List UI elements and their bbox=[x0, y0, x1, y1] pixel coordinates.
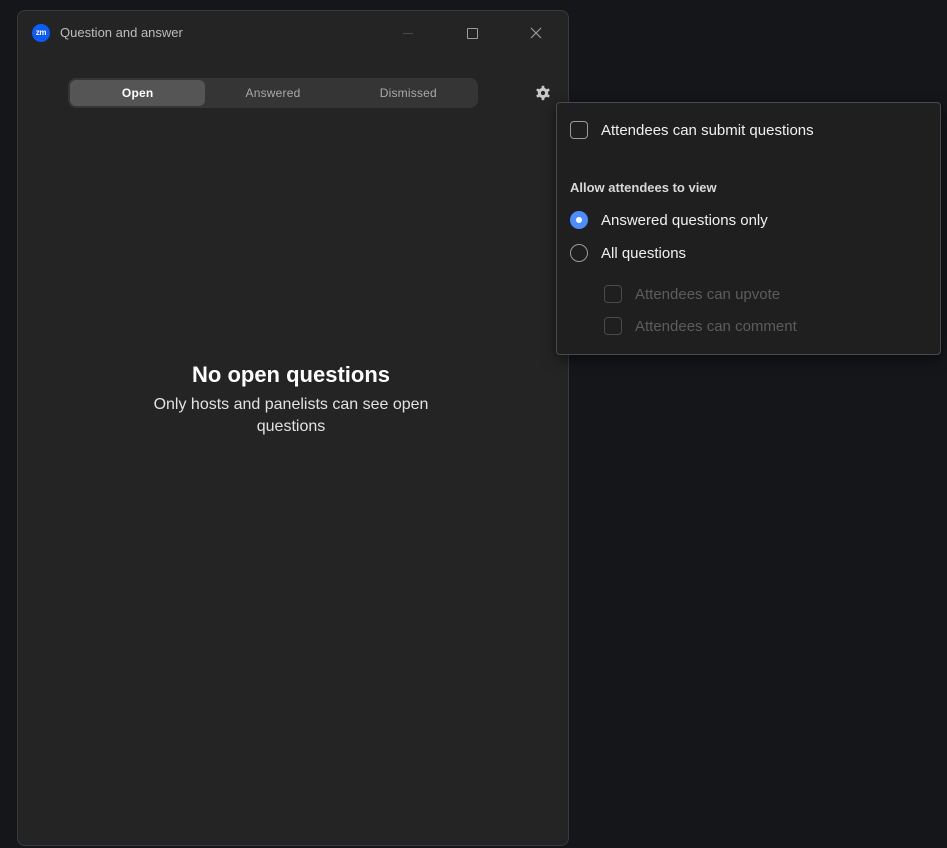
maximize-icon bbox=[466, 27, 478, 39]
window-title: Question and answer bbox=[60, 25, 183, 40]
submit-questions-label: Attendees can submit questions bbox=[601, 121, 814, 139]
comment-option[interactable]: Attendees can comment bbox=[604, 317, 797, 335]
all-questions-option[interactable]: All questions bbox=[570, 244, 686, 262]
desktop: zm Question and answer Open Answered Dis… bbox=[0, 0, 947, 848]
minimize-button[interactable] bbox=[392, 20, 424, 46]
upvote-label: Attendees can upvote bbox=[635, 285, 781, 303]
empty-state-description: Only hosts and panelists can see open qu… bbox=[153, 396, 429, 435]
settings-button[interactable] bbox=[532, 82, 554, 104]
answered-only-radio[interactable] bbox=[570, 211, 588, 229]
qa-window: zm Question and answer Open Answered Dis… bbox=[17, 10, 569, 846]
comment-label: Attendees can comment bbox=[635, 317, 797, 335]
upvote-checkbox[interactable] bbox=[604, 285, 622, 303]
qa-settings-popover: Attendees can submit questions Allow att… bbox=[556, 102, 941, 355]
view-section-label: Allow attendees to view bbox=[570, 180, 717, 195]
question-tabs: Open Answered Dismissed bbox=[68, 78, 478, 108]
all-questions-radio[interactable] bbox=[570, 244, 588, 262]
gear-icon bbox=[536, 85, 550, 101]
submit-questions-checkbox[interactable] bbox=[570, 121, 588, 139]
empty-state-title: No open questions bbox=[192, 362, 390, 387]
close-icon bbox=[530, 27, 542, 39]
answered-only-option[interactable]: Answered questions only bbox=[570, 211, 768, 229]
close-button[interactable] bbox=[520, 20, 552, 46]
upvote-option[interactable]: Attendees can upvote bbox=[604, 285, 780, 303]
submit-questions-option[interactable]: Attendees can submit questions bbox=[570, 121, 814, 139]
tab-dismissed[interactable]: Dismissed bbox=[341, 80, 476, 106]
tab-open[interactable]: Open bbox=[70, 80, 206, 106]
title-bar[interactable]: zm Question and answer bbox=[18, 11, 568, 55]
comment-checkbox[interactable] bbox=[604, 317, 622, 335]
answered-only-label: Answered questions only bbox=[601, 211, 768, 229]
zoom-logo-icon: zm bbox=[32, 24, 50, 42]
tab-answered[interactable]: Answered bbox=[205, 80, 340, 106]
empty-state: No open questions Only hosts and panelis… bbox=[18, 362, 564, 438]
maximize-button[interactable] bbox=[456, 20, 488, 46]
minimize-icon bbox=[403, 32, 413, 34]
all-questions-label: All questions bbox=[601, 244, 687, 262]
